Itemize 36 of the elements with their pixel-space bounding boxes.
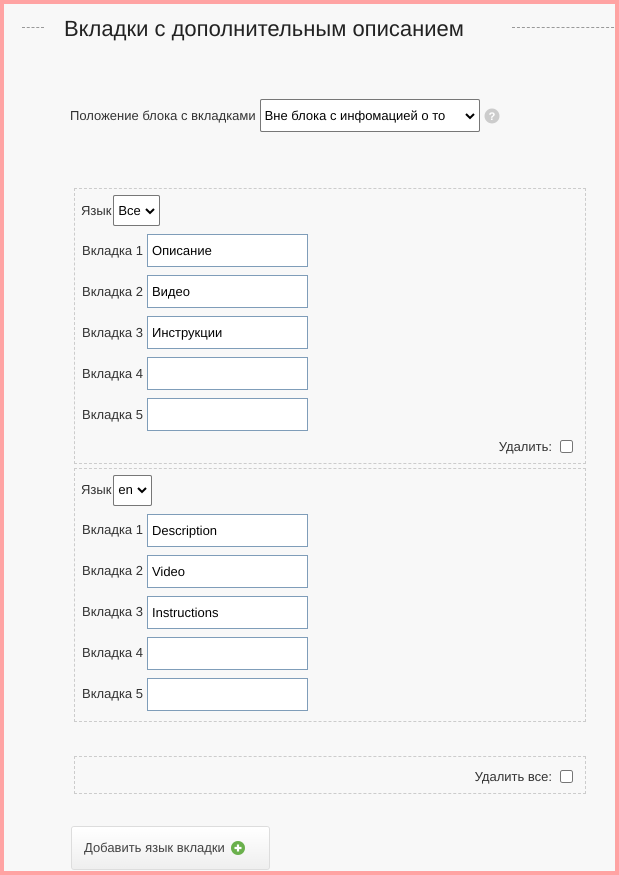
chevron-down-icon (136, 486, 147, 494)
checkbox-label: Удалить: (498, 438, 552, 456)
language-select[interactable]: Все (113, 195, 160, 226)
field-label: Вкладка 1 (81, 521, 143, 540)
chevron-down-icon (464, 112, 475, 120)
input-field[interactable]: Видео (147, 275, 308, 308)
field-label: Вкладка 5 (81, 406, 143, 424)
language-select[interactable]: en (113, 474, 152, 506)
field-label: Положение блока с вкладками (70, 106, 256, 125)
section-title: Вкладки с дополнительным описанием (63, 15, 465, 43)
input-field[interactable] (147, 398, 308, 431)
checkbox-label: Удалить все: (474, 768, 552, 786)
input-field[interactable] (147, 678, 308, 710)
field-label: Язык (81, 481, 112, 500)
checkbox[interactable] (560, 770, 573, 783)
field-label: Вкладка 5 (81, 685, 143, 704)
input-field[interactable]: Инструкции (147, 316, 308, 349)
field-label: Вкладка 1 (81, 242, 143, 260)
input-field[interactable]: Description (147, 514, 308, 546)
field-label: Вкладка 2 (81, 562, 143, 580)
plus-icon (230, 840, 245, 854)
add-language-button[interactable]: Добавить язык вкладки (71, 826, 270, 870)
field-label: Вкладка 4 (81, 364, 143, 383)
field-label: Язык (81, 202, 112, 220)
field-label: Вкладка 3 (81, 603, 143, 622)
field-label: Вкладка 2 (81, 282, 143, 301)
field-label: Вкладка 4 (81, 644, 143, 662)
input-field[interactable] (147, 357, 308, 390)
input-field[interactable]: Video (147, 554, 308, 588)
input-field[interactable] (147, 636, 308, 670)
field-label: Вкладка 3 (81, 324, 143, 342)
chevron-down-icon (144, 206, 155, 214)
input-field[interactable]: Описание (147, 234, 308, 267)
input-field[interactable]: Instructions (147, 596, 308, 628)
position-select[interactable]: Вне блока с инфомацией о то (260, 99, 480, 132)
checkbox[interactable] (560, 440, 573, 454)
